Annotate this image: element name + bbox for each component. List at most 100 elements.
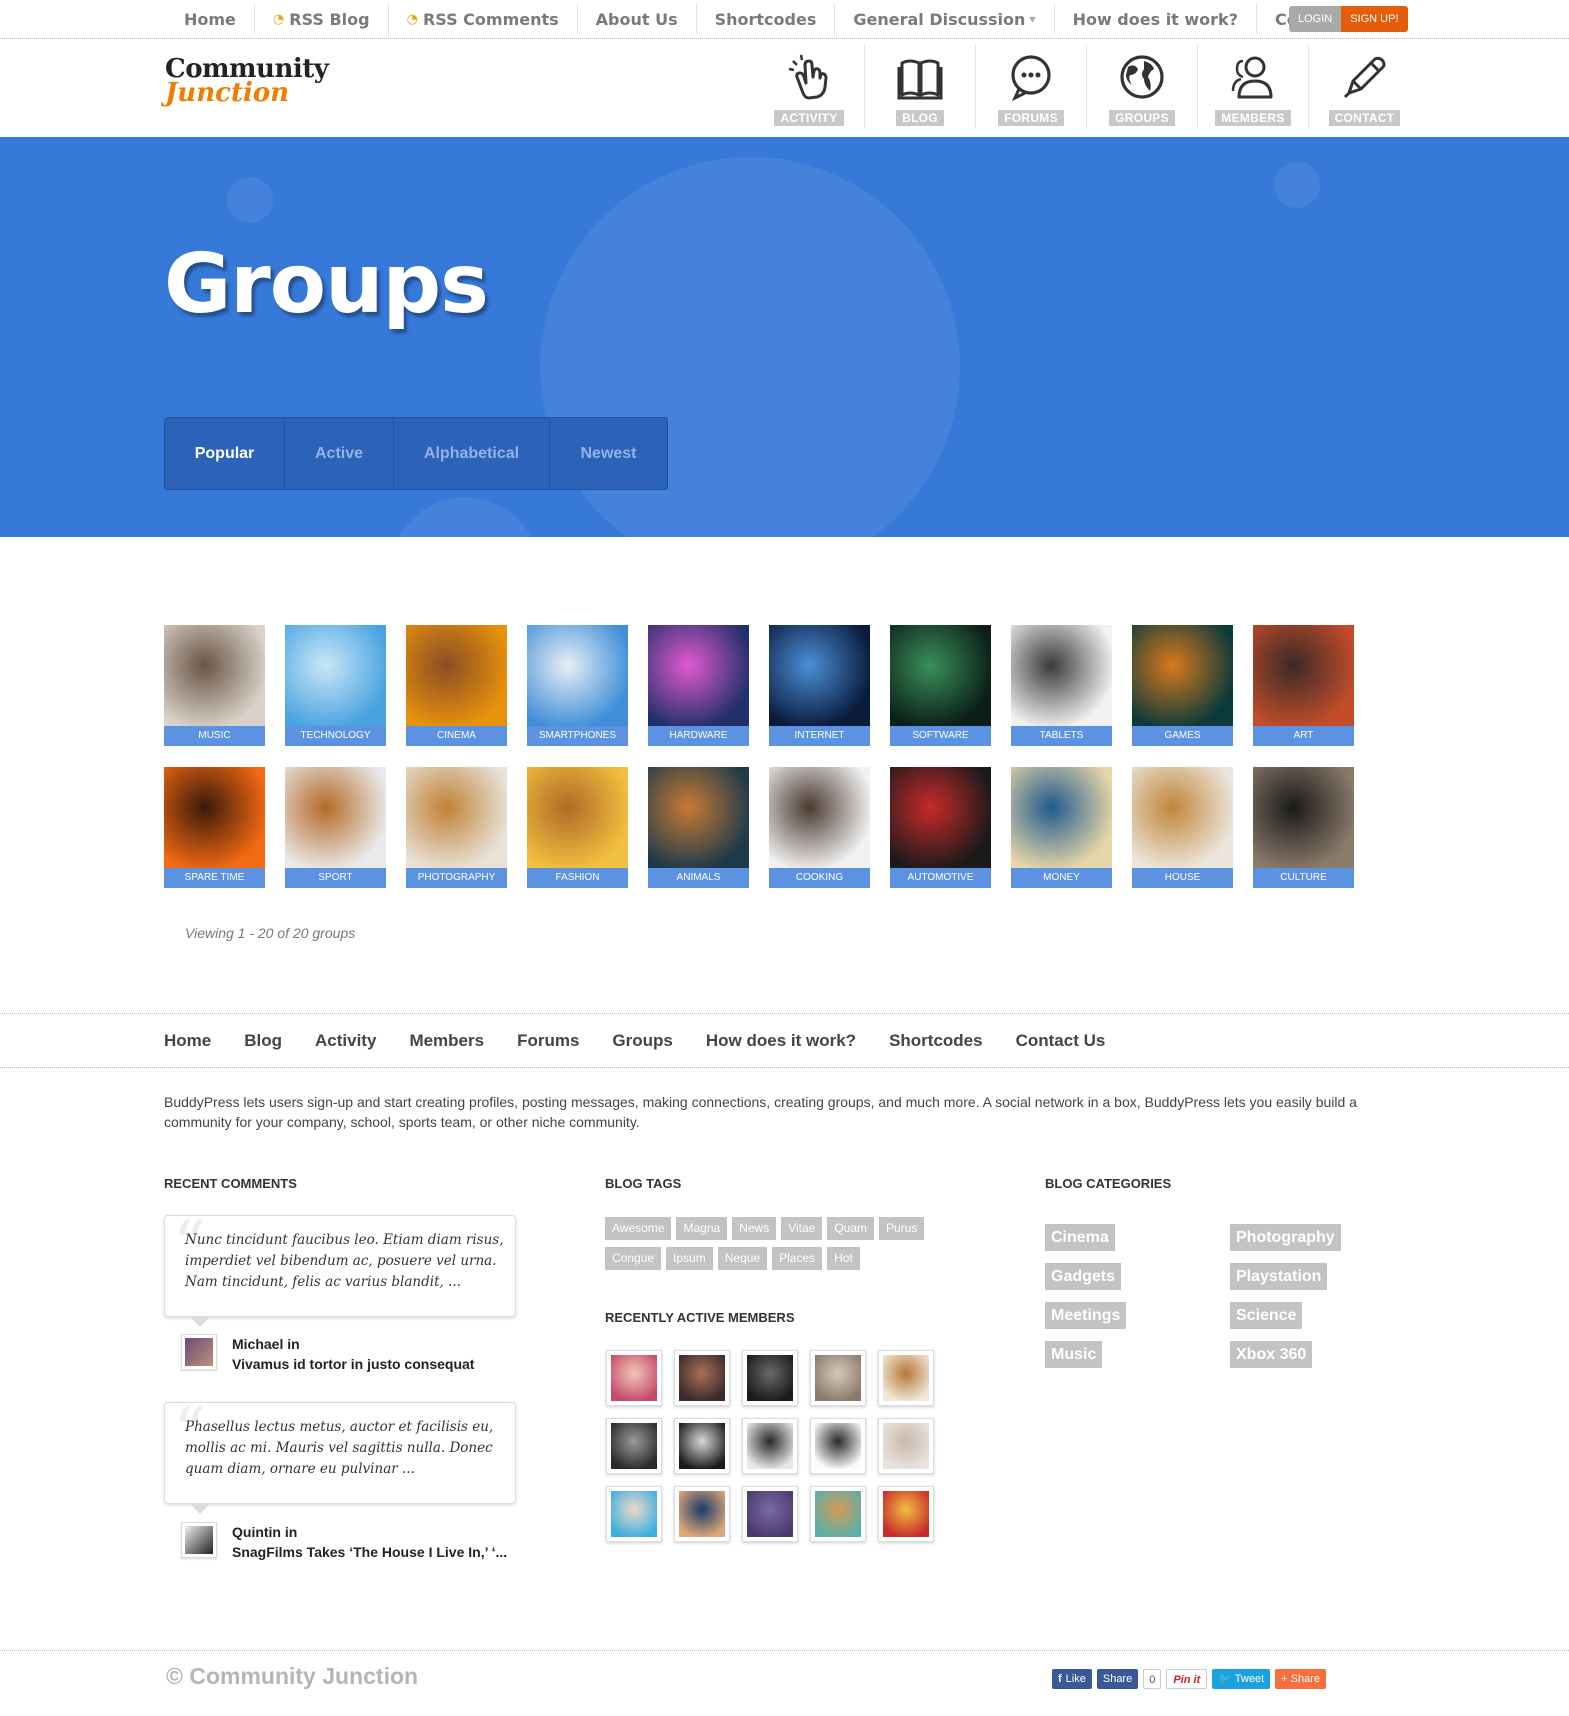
avatar[interactable]: [181, 1334, 217, 1370]
blog-tag[interactable]: Vitae: [781, 1217, 823, 1240]
blog-tag[interactable]: Awesome: [605, 1217, 672, 1240]
group-image[interactable]: [406, 767, 507, 868]
member-avatar[interactable]: [742, 1350, 798, 1406]
avatar[interactable]: [181, 1522, 217, 1558]
blog-tag[interactable]: News: [732, 1217, 777, 1240]
topnav-item-home[interactable]: Home: [166, 4, 255, 34]
group-card-spare-time[interactable]: SPARE TIME: [164, 767, 265, 888]
footer-link-members[interactable]: Members: [409, 1031, 484, 1051]
footer-link-how-does-it-work[interactable]: How does it work?: [706, 1031, 856, 1051]
share-button[interactable]: + Share: [1275, 1669, 1327, 1689]
nav-forums[interactable]: FORUMS: [976, 45, 1087, 129]
group-image[interactable]: [164, 767, 265, 868]
topnav-item-about-us[interactable]: About Us: [578, 4, 697, 34]
member-avatar[interactable]: [878, 1486, 934, 1542]
group-label[interactable]: SOFTWARE: [890, 726, 991, 746]
group-image[interactable]: [648, 767, 749, 868]
member-avatar[interactable]: [742, 1418, 798, 1474]
group-label[interactable]: SMARTPHONES: [527, 726, 628, 746]
group-card-cinema[interactable]: CINEMA: [406, 625, 507, 746]
pinterest-button[interactable]: Pin it: [1166, 1669, 1208, 1689]
group-label[interactable]: MUSIC: [164, 726, 265, 746]
group-label[interactable]: SPARE TIME: [164, 868, 265, 888]
group-image[interactable]: [769, 625, 870, 726]
group-image[interactable]: [1132, 767, 1233, 868]
group-card-software[interactable]: SOFTWARE: [890, 625, 991, 746]
member-avatar[interactable]: [810, 1418, 866, 1474]
group-label[interactable]: TECHNOLOGY: [285, 726, 386, 746]
topnav-item-how-does-it-work[interactable]: How does it work?: [1055, 4, 1257, 34]
group-card-technology[interactable]: TECHNOLOGY: [285, 625, 386, 746]
group-image[interactable]: [164, 625, 265, 726]
group-card-house[interactable]: HOUSE: [1132, 767, 1233, 888]
facebook-like-button[interactable]: f Like: [1052, 1669, 1092, 1689]
comment-author-name[interactable]: Michael in: [232, 1334, 474, 1354]
nav-contact[interactable]: CONTACT: [1309, 45, 1420, 129]
group-card-internet[interactable]: INTERNET: [769, 625, 870, 746]
group-image[interactable]: [527, 625, 628, 726]
group-image[interactable]: [769, 767, 870, 868]
blog-tag[interactable]: Congue: [605, 1247, 662, 1270]
group-label[interactable]: INTERNET: [769, 726, 870, 746]
tab-active[interactable]: Active: [285, 418, 394, 489]
group-image[interactable]: [527, 767, 628, 868]
comment-post-link[interactable]: SnagFilms Takes ‘The House I Live In,’ ‘…: [232, 1542, 507, 1562]
group-label[interactable]: HOUSE: [1132, 868, 1233, 888]
blog-tag[interactable]: Quam: [827, 1217, 875, 1240]
tab-alphabetical[interactable]: Alphabetical: [394, 418, 550, 489]
group-label[interactable]: ANIMALS: [648, 868, 749, 888]
member-avatar[interactable]: [674, 1486, 730, 1542]
group-image[interactable]: [1253, 767, 1354, 868]
group-label[interactable]: PHOTOGRAPHY: [406, 868, 507, 888]
group-image[interactable]: [890, 625, 991, 726]
group-image[interactable]: [285, 625, 386, 726]
group-card-fashion[interactable]: FASHION: [527, 767, 628, 888]
group-card-smartphones[interactable]: SMARTPHONES: [527, 625, 628, 746]
group-label[interactable]: ART: [1253, 726, 1354, 746]
blog-tag[interactable]: Places: [772, 1247, 823, 1270]
category-meetings[interactable]: Meetings: [1045, 1302, 1127, 1329]
category-science[interactable]: Science: [1230, 1302, 1303, 1329]
footer-link-contact-us[interactable]: Contact Us: [1016, 1031, 1106, 1051]
blog-tag[interactable]: Hot: [827, 1247, 860, 1270]
site-logo[interactable]: Community Junction: [165, 56, 329, 106]
group-image[interactable]: [406, 625, 507, 726]
group-label[interactable]: TABLETS: [1011, 726, 1112, 746]
footer-link-forums[interactable]: Forums: [517, 1031, 579, 1051]
category-cinema[interactable]: Cinema: [1045, 1224, 1115, 1251]
member-avatar[interactable]: [742, 1486, 798, 1542]
tab-newest[interactable]: Newest: [550, 418, 667, 489]
category-xbox-360[interactable]: Xbox 360: [1230, 1341, 1313, 1368]
member-avatar[interactable]: [674, 1418, 730, 1474]
group-card-photography[interactable]: PHOTOGRAPHY: [406, 767, 507, 888]
member-avatar[interactable]: [810, 1350, 866, 1406]
group-image[interactable]: [890, 767, 991, 868]
blog-tag[interactable]: Purus: [879, 1217, 925, 1240]
group-label[interactable]: AUTOMOTIVE: [890, 868, 991, 888]
topnav-item-general-discussion[interactable]: General Discussion ▼: [835, 4, 1055, 34]
group-label[interactable]: GAMES: [1132, 726, 1233, 746]
login-button[interactable]: LOGIN: [1289, 6, 1342, 32]
group-card-art[interactable]: ART: [1253, 625, 1354, 746]
group-label[interactable]: SPORT: [285, 868, 386, 888]
topnav-item-rss-blog[interactable]: ◔ RSS Blog: [255, 4, 389, 34]
category-playstation[interactable]: Playstation: [1230, 1263, 1328, 1290]
member-avatar[interactable]: [674, 1350, 730, 1406]
category-photography[interactable]: Photography: [1230, 1224, 1341, 1251]
member-avatar[interactable]: [810, 1486, 866, 1542]
member-avatar[interactable]: [878, 1418, 934, 1474]
group-card-animals[interactable]: ANIMALS: [648, 767, 749, 888]
footer-link-blog[interactable]: Blog: [244, 1031, 282, 1051]
category-gadgets[interactable]: Gadgets: [1045, 1263, 1122, 1290]
group-image[interactable]: [1253, 625, 1354, 726]
signup-button[interactable]: SIGN UP!: [1341, 6, 1408, 32]
group-image[interactable]: [648, 625, 749, 726]
group-label[interactable]: CINEMA: [406, 726, 507, 746]
group-card-sport[interactable]: SPORT: [285, 767, 386, 888]
footer-link-groups[interactable]: Groups: [612, 1031, 672, 1051]
footer-link-shortcodes[interactable]: Shortcodes: [889, 1031, 983, 1051]
nav-groups[interactable]: GROUPS: [1087, 45, 1198, 129]
member-avatar[interactable]: [606, 1418, 662, 1474]
facebook-share-button[interactable]: Share: [1096, 1669, 1139, 1689]
group-label[interactable]: CULTURE: [1253, 868, 1354, 888]
